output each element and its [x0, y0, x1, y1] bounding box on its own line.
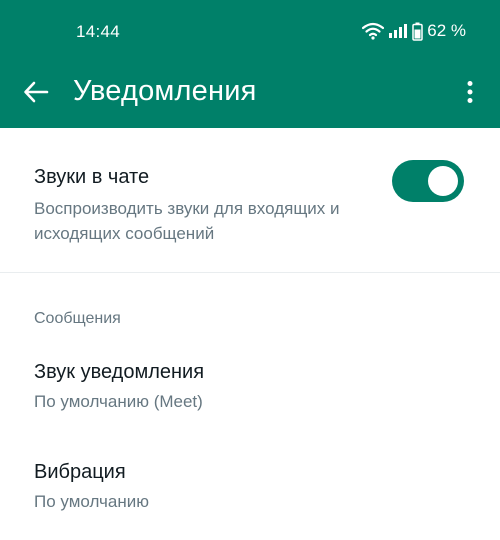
chat-sounds-title: Звуки в чате	[34, 166, 150, 188]
more-options-button[interactable]	[458, 76, 482, 112]
section-header-messages: Сообщения	[34, 310, 121, 327]
app-bar: Уведомления	[0, 62, 500, 128]
chat-sounds-description: Воспроизводить звуки для входящих и исхо…	[34, 199, 340, 243]
battery-icon	[412, 22, 423, 41]
notification-sound-value: По умолчанию (Meet)	[34, 392, 203, 411]
notification-sound-title: Звук уведомления	[34, 361, 205, 383]
signal-icon	[388, 23, 408, 39]
divider	[0, 272, 500, 273]
battery-percent: 62 %	[427, 21, 466, 40]
arrow-left-icon	[23, 81, 49, 108]
more-vert-icon	[467, 80, 473, 109]
chat-sounds-toggle[interactable]	[392, 160, 464, 202]
wifi-icon	[362, 22, 385, 40]
vibration-setting[interactable]: Вибрация По умолчанию	[0, 445, 500, 535]
vibration-value: По умолчанию	[34, 492, 149, 511]
back-button[interactable]	[18, 76, 54, 112]
status-time: 14:44	[76, 22, 121, 41]
status-icons: 62 %	[362, 21, 466, 41]
chat-sounds-setting[interactable]: Звуки в чате Воспроизводить звуки для вх…	[0, 128, 500, 272]
page-title: Уведомления	[73, 75, 257, 107]
notification-sound-setting[interactable]: Звук уведомления По умолчанию (Meet)	[0, 345, 500, 435]
status-bar: 14:44 62 %	[0, 0, 500, 62]
toggle-knob	[428, 166, 458, 196]
vibration-title: Вибрация	[34, 461, 126, 483]
